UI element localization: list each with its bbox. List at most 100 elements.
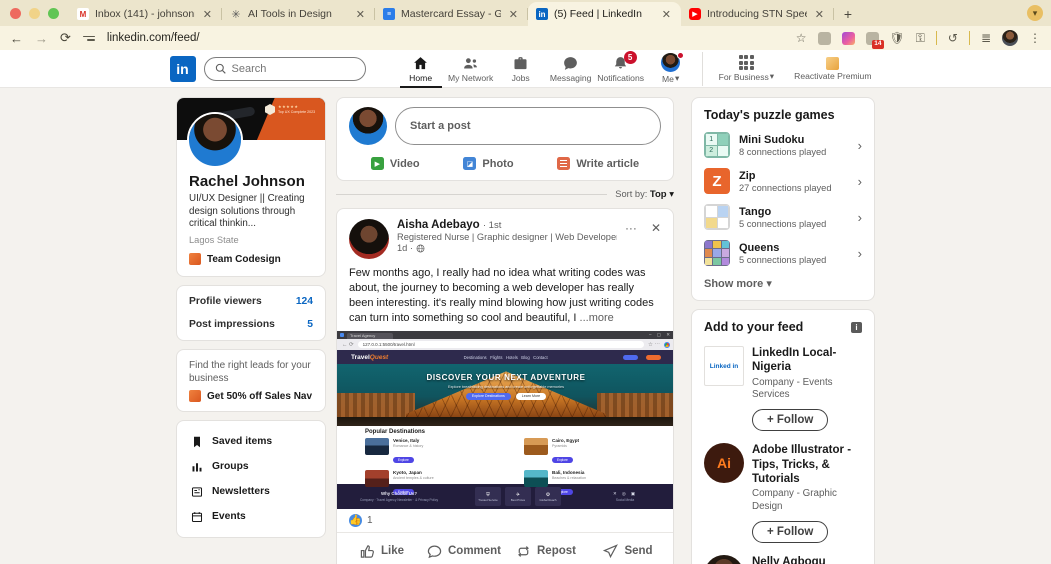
sidebar-item-events[interactable]: Events [183, 504, 319, 529]
close-tab-icon[interactable]: ✕ [813, 8, 826, 21]
post-impressions-row[interactable]: Post impressions 5 [177, 313, 325, 336]
game-tango[interactable]: Tango 5 connections played › [704, 204, 862, 230]
extensions-puzzle-icon[interactable]: ⚿ [916, 31, 925, 46]
close-tab-icon[interactable]: ✕ [507, 8, 520, 21]
history-icon[interactable]: ↺ [948, 31, 958, 45]
profile-viewers-row[interactable]: Profile viewers 124 [177, 290, 325, 313]
chevron-right-icon: › [857, 173, 862, 189]
tab-gmail[interactable]: M Inbox (141) - johnsonrachelay ✕ [69, 2, 222, 26]
tab-search-button[interactable]: ▾ [1027, 5, 1043, 21]
nav-messaging[interactable]: Messaging [546, 50, 596, 88]
see-more-link[interactable]: ...more [576, 312, 614, 324]
browser-profile-avatar[interactable] [1002, 30, 1018, 46]
nav-jobs[interactable]: Jobs [496, 50, 546, 88]
tab-google-docs[interactable]: ≡ Mastercard Essay - Google D ✕ [375, 2, 528, 26]
bookmark-star-icon[interactable]: ☆ [796, 31, 807, 45]
connection-degree: · 1st [482, 220, 502, 231]
sidebar-item-groups[interactable]: Groups [183, 454, 319, 479]
video-button[interactable]: ▶ Video [365, 152, 426, 175]
info-icon[interactable]: i [851, 321, 862, 333]
site-info-icon[interactable] [82, 35, 95, 41]
tango-icon [704, 204, 730, 230]
comment-icon [427, 545, 442, 559]
nav-my-network[interactable]: My Network [446, 50, 496, 88]
tab-ai-tools[interactable]: ✳ AI Tools in Design ✕ [222, 2, 375, 26]
reload-icon[interactable]: ⟳ [60, 30, 71, 46]
media-controls-icon[interactable]: ≣ [981, 31, 991, 45]
send-button[interactable]: Send [587, 535, 669, 564]
adobe-illustrator-avatar[interactable]: Ai [704, 443, 744, 484]
tab-youtube[interactable]: ▶ Introducing STN Speech to N ✕ [681, 2, 834, 26]
search-bar[interactable] [203, 56, 366, 81]
composer-avatar[interactable] [349, 107, 387, 145]
jobs-icon [514, 56, 527, 69]
back-icon[interactable]: ← [10, 31, 23, 46]
bookmark-icon [194, 436, 200, 447]
post-author-name[interactable]: Aisha Adebayo [397, 219, 480, 231]
close-tab-icon[interactable]: ✕ [660, 8, 673, 21]
follow-button[interactable]: + Follow [752, 409, 829, 432]
maximize-window-button[interactable] [48, 7, 59, 19]
photo-button[interactable]: ◪ Photo [457, 152, 519, 175]
write-article-button[interactable]: Write article [551, 152, 645, 175]
forward-icon[interactable]: → [35, 31, 48, 46]
sidebar-item-newsletters[interactable]: Newsletters [183, 479, 319, 504]
show-more-button[interactable]: Show more ▾ [704, 277, 862, 290]
extension-badge: 14 [872, 40, 884, 49]
address-bar[interactable]: linkedin.com/feed/ [107, 32, 784, 44]
thumbs-up-icon [360, 545, 374, 558]
suggestion-sub: Company - Graphic Design [752, 488, 837, 513]
start-post-input[interactable]: Start a post [395, 107, 661, 145]
search-input[interactable] [231, 62, 355, 75]
purple-extension-icon[interactable] [841, 31, 855, 45]
reactions-row[interactable]: 👍 1 [337, 509, 673, 534]
shortcuts-card: Saved items Groups Newsletters Events [176, 420, 326, 539]
minimize-window-button[interactable] [29, 7, 40, 19]
nav-reactivate-premium[interactable]: Reactivate Premium [784, 50, 881, 88]
sort-by-dropdown[interactable]: Sort by: Top ▾ [615, 189, 674, 200]
browser-menu-icon[interactable]: ⋮ [1029, 31, 1041, 45]
gear-icon: ✳ [231, 8, 241, 21]
follow-button[interactable]: + Follow [752, 520, 829, 543]
new-tab-button[interactable]: + [838, 4, 858, 24]
camera-extension-icon[interactable] [817, 31, 831, 45]
sales-nav-cta[interactable]: Get 50% off Sales Nav [189, 390, 313, 403]
close-window-button[interactable] [10, 7, 21, 19]
article-icon [557, 157, 571, 170]
profile-avatar[interactable] [189, 114, 241, 166]
post-dismiss-icon[interactable]: ✕ [651, 221, 661, 235]
profile-company[interactable]: Team Codesign [189, 253, 313, 266]
like-button[interactable]: Like [341, 535, 423, 564]
add-feed-title: Add to your feed [704, 320, 804, 334]
close-tab-icon[interactable]: ✕ [201, 8, 214, 21]
suggestion-name[interactable]: Adobe Illustrator - Tips, Tricks, & Tuto… [752, 443, 862, 486]
tab-linkedin-active[interactable]: in (5) Feed | LinkedIn ✕ [528, 2, 681, 26]
profile-headline: UI/UX Designer || Creating design soluti… [189, 193, 305, 230]
suggestion-name[interactable]: LinkedIn Local-Nigeria [752, 346, 862, 375]
nav-for-business[interactable]: For Business ▾ [709, 50, 784, 88]
feed-column: Start a post ▶ Video ◪ Photo Write artic… [336, 97, 674, 564]
badge-hexagon-icon [265, 104, 275, 115]
repost-button[interactable]: Repost [505, 535, 587, 564]
nelly-agbogu-avatar[interactable] [704, 554, 744, 564]
post-author-avatar[interactable] [349, 219, 389, 259]
shield-extension-icon[interactable]: 🛡 [890, 31, 905, 45]
extension-with-badge-icon[interactable]: 14 [865, 31, 884, 49]
profile-name[interactable]: Rachel Johnson [189, 173, 313, 190]
right-sidebar: Today's puzzle games 12 Mini Sudoku 8 co… [691, 97, 875, 564]
nav-me[interactable]: Me ▾ [646, 50, 696, 88]
nav-notifications[interactable]: 5 Notifications [596, 50, 646, 88]
close-tab-icon[interactable]: ✕ [354, 8, 367, 21]
toolbar-extensions: ☆ 14 🛡 ⚿ ↺ ≣ ⋮ [796, 30, 1041, 49]
game-zip[interactable]: Z Zip 27 connections played › [704, 168, 862, 194]
post-menu-icon[interactable]: ··· [625, 221, 637, 235]
game-mini-sudoku[interactable]: 12 Mini Sudoku 8 connections played › [704, 132, 862, 158]
nav-home[interactable]: Home [396, 50, 446, 88]
comment-button[interactable]: Comment [423, 535, 505, 564]
post-image-travel-site[interactable]: Travel Agency – ▢ ✕ ← ⟳ 127.0.0.1:5500/t… [337, 331, 673, 510]
linkedin-logo[interactable]: in [169, 55, 196, 82]
sidebar-item-saved-items[interactable]: Saved items [183, 429, 319, 454]
suggestion-name[interactable]: Nelly Agbogu [752, 555, 862, 564]
linkedin-local-avatar[interactable]: Linked in [704, 346, 744, 386]
game-queens[interactable]: Queens 5 connections played › [704, 240, 862, 266]
